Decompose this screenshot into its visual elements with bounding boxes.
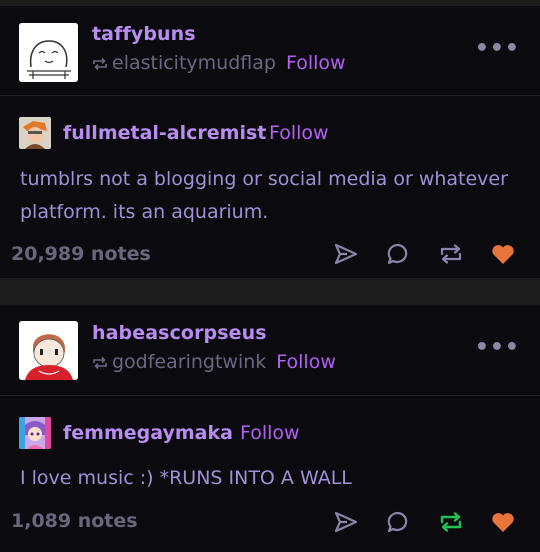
post-menu-icon[interactable]: ••• <box>475 36 520 61</box>
reblogged-from-name[interactable]: godfearingtwink <box>112 351 266 373</box>
reblogged-from-name[interactable]: elasticitymudflap <box>112 52 276 74</box>
reblog-arrows-icon[interactable] <box>438 241 464 267</box>
heart-icon[interactable] <box>490 509 516 535</box>
avatar-femmegaymaka[interactable] <box>19 417 51 449</box>
post-card: taffybuns elasticitymudflap Follow ••• fu… <box>0 6 540 278</box>
reblog-small-icon <box>92 353 108 375</box>
trail-author[interactable]: femmegaymaka <box>63 422 233 444</box>
post-card: habeascorpseus godfearingtwink Follow •••… <box>0 305 540 552</box>
blog-name[interactable]: habeascorpseus <box>92 322 267 344</box>
reblog-source: elasticitymudflap Follow <box>92 52 346 76</box>
divider <box>0 95 540 96</box>
trail-follow-button[interactable]: Follow <box>240 422 300 444</box>
heart-icon[interactable] <box>490 241 516 267</box>
speech-bubble-icon[interactable] <box>385 241 411 267</box>
divider <box>0 395 540 396</box>
avatar-habeascorpseus[interactable] <box>19 321 78 380</box>
notes-count[interactable]: 1,089 notes <box>11 510 138 532</box>
avatar-fullmetal-alcremist[interactable] <box>19 117 51 149</box>
trail-author[interactable]: fullmetal-alcremist <box>63 122 266 144</box>
post-body-text: I love music :) *RUNS INTO A WALL <box>20 467 352 489</box>
reblog-source: godfearingtwink Follow <box>92 351 336 375</box>
follow-button[interactable]: Follow <box>276 351 336 373</box>
post-body-text: tumblrs not a blogging or social media o… <box>20 168 508 223</box>
blog-name[interactable]: taffybuns <box>92 23 196 45</box>
notes-count[interactable]: 20,989 notes <box>11 243 151 265</box>
follow-button[interactable]: Follow <box>286 52 346 74</box>
reblog-small-icon <box>92 54 108 76</box>
paper-plane-icon[interactable] <box>333 241 359 267</box>
reblog-arrows-icon[interactable] <box>438 509 464 535</box>
paper-plane-icon[interactable] <box>333 509 359 535</box>
post-menu-icon[interactable]: ••• <box>475 335 520 360</box>
trail-follow-button[interactable]: Follow <box>269 122 329 144</box>
avatar-taffybuns[interactable] <box>19 23 78 82</box>
speech-bubble-icon[interactable] <box>385 509 411 535</box>
